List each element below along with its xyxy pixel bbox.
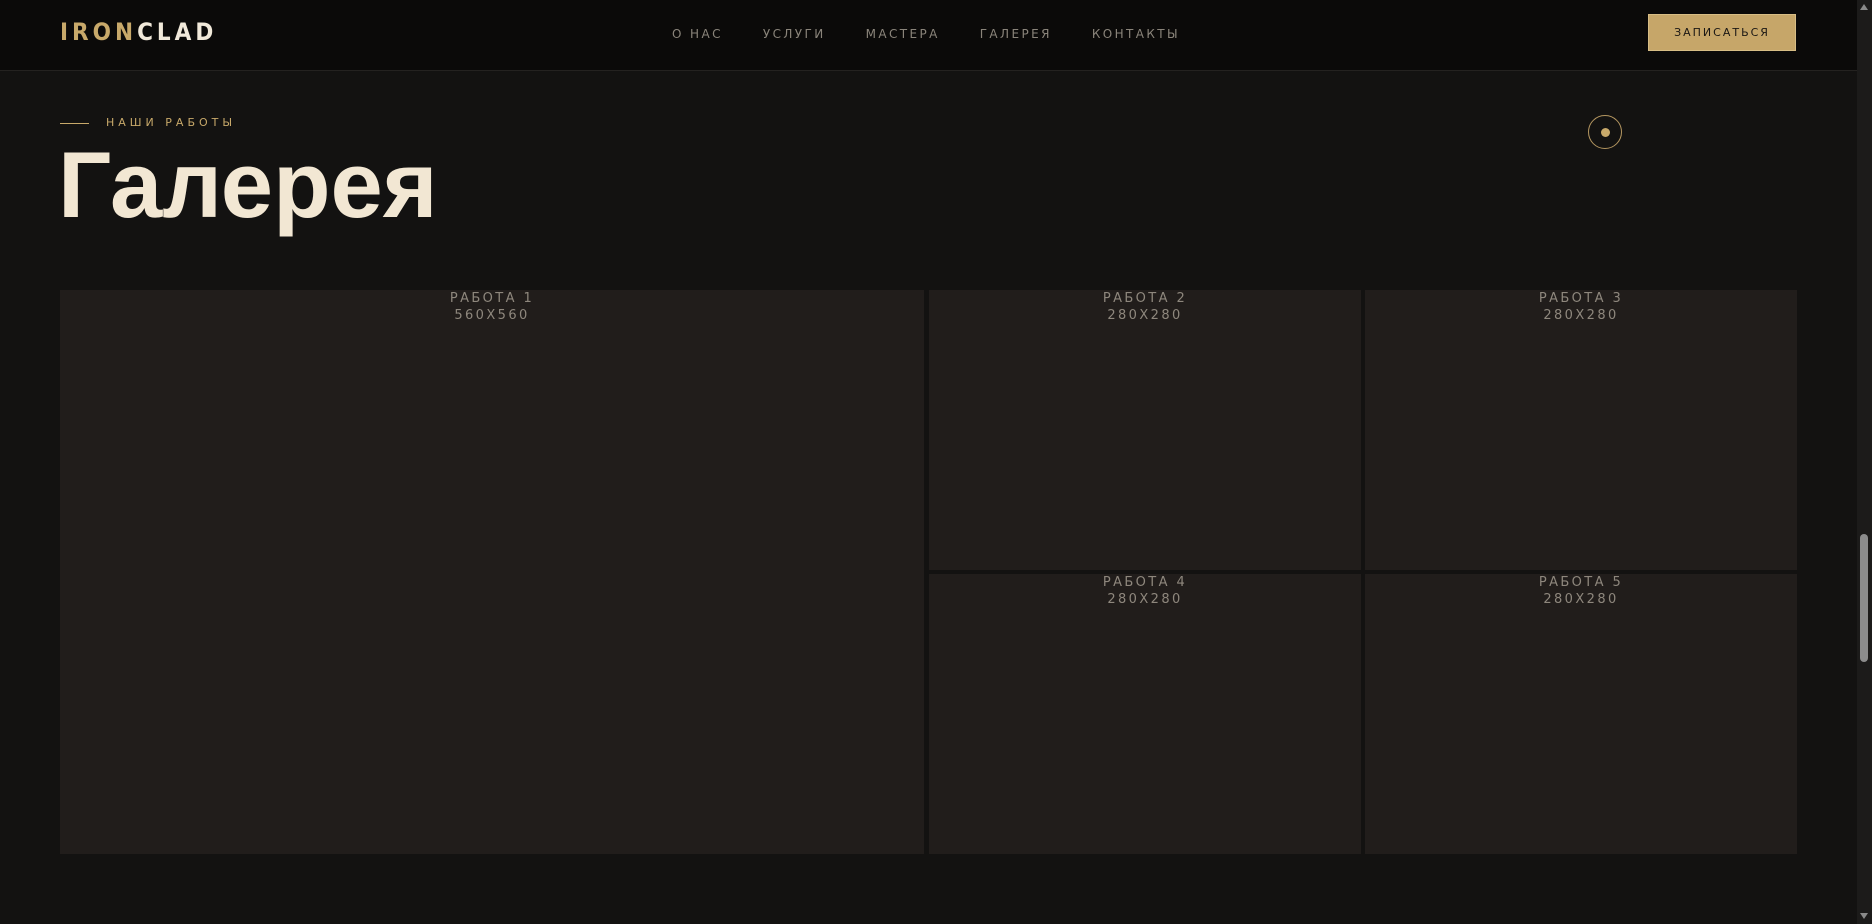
gallery-item-size: 280X280 <box>1107 308 1183 323</box>
gallery-caption: РАБОТА 1 560X560 <box>60 290 924 324</box>
main-nav: О НАС УСЛУГИ МАСТЕРА ГАЛЕРЕЯ КОНТАКТЫ <box>672 26 1220 42</box>
gallery-item-3[interactable]: РАБОТА 3 280X280 <box>1365 290 1797 570</box>
logo-part-clad: CLAD <box>137 18 218 46</box>
gallery-item-title: РАБОТА 5 <box>1538 575 1624 590</box>
page-title: Галерея <box>58 132 438 237</box>
nav-link-contacts[interactable]: КОНТАКТЫ <box>1092 26 1180 42</box>
gallery-item-title: РАБОТА 1 <box>449 291 535 306</box>
logo[interactable]: IRONCLAD <box>60 16 217 48</box>
gallery-item-5[interactable]: РАБОТА 5 280X280 <box>1365 574 1797 854</box>
page-scrollbar[interactable] <box>1857 0 1872 924</box>
gallery-item-size: 560X560 <box>454 308 530 323</box>
gallery-caption: РАБОТА 4 280X280 <box>929 574 1361 608</box>
gallery-item-size: 280X280 <box>1107 592 1183 607</box>
gallery-caption: РАБОТА 3 280X280 <box>1365 290 1797 324</box>
nav-link-masters[interactable]: МАСТЕРА <box>866 26 940 42</box>
gallery-item-title: РАБОТА 3 <box>1538 291 1624 306</box>
scroll-up-arrow-icon[interactable] <box>1860 4 1868 10</box>
nav-link-services[interactable]: УСЛУГИ <box>763 26 826 42</box>
book-button[interactable]: ЗАПИСАТЬСЯ <box>1648 14 1796 51</box>
gallery-item-title: РАБОТА 2 <box>1102 291 1188 306</box>
eyebrow-line <box>60 122 89 124</box>
gallery-item-4[interactable]: РАБОТА 4 280X280 <box>929 574 1361 854</box>
scroll-down-arrow-icon[interactable] <box>1860 913 1868 919</box>
scrollbar-thumb[interactable] <box>1860 534 1868 662</box>
gallery-item-2[interactable]: РАБОТА 2 280X280 <box>929 290 1361 570</box>
gallery-item-size: 280X280 <box>1543 592 1619 607</box>
nav-link-gallery[interactable]: ГАЛЕРЕЯ <box>980 26 1052 42</box>
gallery-item-title: РАБОТА 4 <box>1102 575 1188 590</box>
gallery-item-1[interactable]: РАБОТА 1 560X560 <box>60 290 924 854</box>
cursor-dot-icon <box>1601 128 1610 137</box>
gallery-caption: РАБОТА 5 280X280 <box>1365 574 1797 608</box>
page: IRONCLAD О НАС УСЛУГИ МАСТЕРА ГАЛЕРЕЯ КО… <box>0 0 1872 924</box>
gallery-grid: РАБОТА 1 560X560 РАБОТА 2 280X280 РАБОТА… <box>60 290 1797 854</box>
nav-link-about[interactable]: О НАС <box>672 26 723 42</box>
eyebrow-text: НАШИ РАБОТЫ <box>106 116 237 129</box>
logo-part-iron: IRON <box>60 18 138 46</box>
gallery-item-size: 280X280 <box>1543 308 1619 323</box>
site-header: IRONCLAD О НАС УСЛУГИ МАСТЕРА ГАЛЕРЕЯ КО… <box>0 0 1857 71</box>
gallery-caption: РАБОТА 2 280X280 <box>929 290 1361 324</box>
section-eyebrow: НАШИ РАБОТЫ <box>60 116 236 130</box>
